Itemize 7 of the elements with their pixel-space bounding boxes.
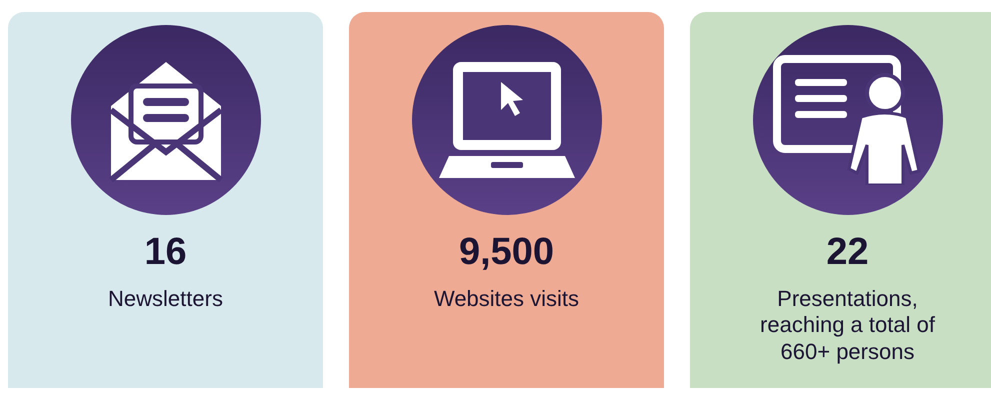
stat-value: 22 [826,231,869,274]
stat-label: Newsletters [108,286,223,312]
stat-value: 9,500 [458,231,554,274]
presenter-icon [772,55,922,185]
stat-label: Websites visits [434,286,580,312]
stat-label: Presentations, reaching a total of 660+ persons [759,286,936,366]
stat-value: 16 [144,231,187,274]
